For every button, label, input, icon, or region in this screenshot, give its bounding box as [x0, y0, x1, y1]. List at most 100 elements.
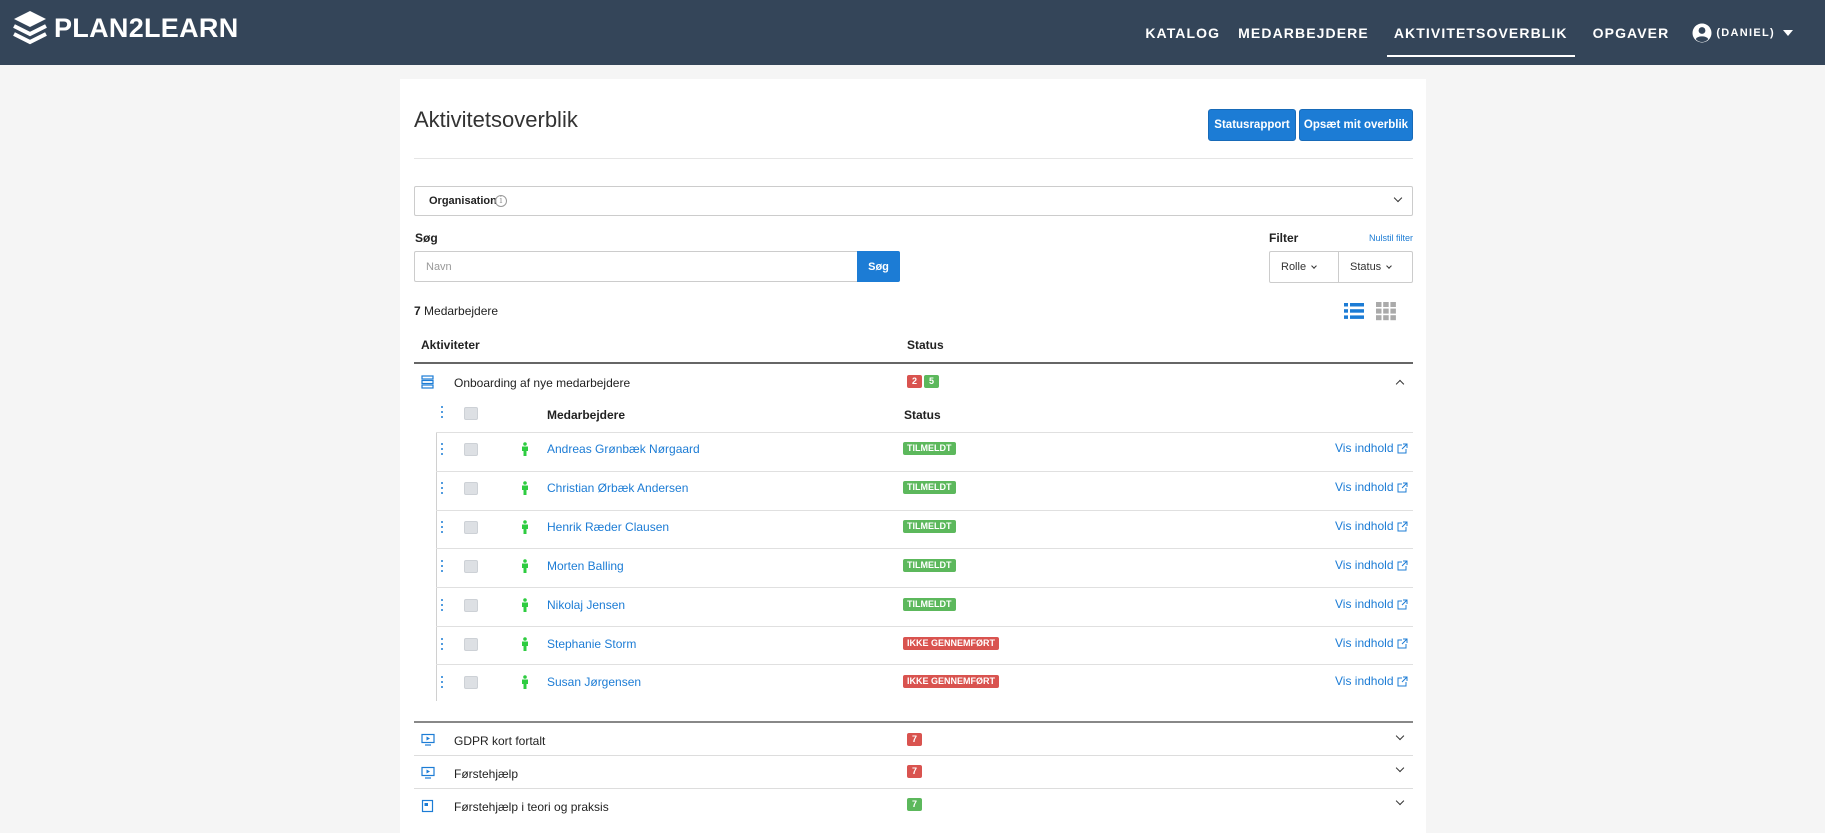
row-checkbox[interactable]	[464, 560, 478, 573]
activity-divider	[414, 721, 1413, 723]
brand-name: PLAN2LEARN	[54, 12, 239, 43]
row-checkbox[interactable]	[464, 443, 478, 456]
external-link-icon	[1397, 676, 1407, 686]
kebab-menu-icon[interactable]	[440, 482, 444, 496]
kebab-menu-icon[interactable]	[440, 406, 444, 420]
employee-count: 7 Medarbejdere	[414, 304, 498, 318]
nav-opgaver[interactable]: OPGAVER	[1593, 17, 1670, 49]
list-view-icon[interactable]	[1344, 301, 1364, 321]
chevron-down-icon[interactable]	[1395, 796, 1405, 806]
grid-view-icon[interactable]	[1376, 301, 1396, 321]
main-card: Aktivitetsoverblik Statusrapport Opsæt m…	[400, 79, 1426, 833]
person-icon	[522, 520, 528, 534]
employee-name-link[interactable]: Christian Ørbæk Andersen	[547, 481, 688, 495]
status-column-header[interactable]: Status	[907, 338, 944, 352]
chevron-down-icon[interactable]	[1395, 763, 1405, 773]
row-checkbox[interactable]	[464, 482, 478, 495]
page-title: Aktivitetsoverblik	[414, 107, 578, 132]
kebab-menu-icon[interactable]	[440, 521, 444, 535]
row-checkbox[interactable]	[464, 599, 478, 612]
kebab-menu-icon[interactable]	[440, 443, 444, 457]
brand-logo[interactable]: PLAN2LEARN	[12, 9, 239, 47]
group-guide-line	[436, 433, 437, 701]
row-divider	[436, 471, 1413, 472]
row-checkbox[interactable]	[464, 676, 478, 689]
chevron-up-icon[interactable]	[1395, 379, 1405, 389]
user-menu[interactable]: (DANIEL)	[1692, 23, 1793, 43]
kebab-menu-icon[interactable]	[440, 638, 444, 652]
row-checkbox[interactable]	[464, 521, 478, 534]
select-all-checkbox[interactable]	[464, 407, 478, 420]
employee-name-link[interactable]: Stephanie Storm	[547, 637, 636, 651]
nav-medarbejdere[interactable]: MEDARBEJDERE	[1238, 17, 1369, 49]
row-divider	[436, 626, 1413, 627]
status-badge: TILMELDT	[903, 520, 956, 533]
person-icon	[522, 675, 528, 689]
view-content-link[interactable]: Vis indhold	[1335, 674, 1408, 688]
role-filter-dropdown[interactable]: Rolle	[1269, 251, 1339, 283]
kebab-menu-icon[interactable]	[440, 599, 444, 613]
status-filter-dropdown[interactable]: Status	[1338, 251, 1413, 283]
activity-row[interactable]: Førstehjælp i teori og praksis 7	[414, 790, 1413, 818]
setup-overview-button[interactable]: Opsæt mit overblik	[1299, 109, 1413, 141]
info-icon[interactable]: i	[495, 195, 507, 207]
employee-name-link[interactable]: Nikolaj Jensen	[547, 598, 625, 612]
chevron-down-icon[interactable]	[1395, 731, 1405, 741]
activity-row[interactable]: Onboarding af nye medarbejdere 2 5	[414, 371, 1413, 393]
activity-row[interactable]: Førstehjælp 7	[414, 757, 1413, 785]
search-input[interactable]	[414, 251, 858, 282]
view-content-label: Vis indhold	[1335, 519, 1394, 533]
view-content-label: Vis indhold	[1335, 558, 1394, 572]
activity-divider	[414, 788, 1413, 789]
view-content-link[interactable]: Vis indhold	[1335, 636, 1408, 650]
person-icon	[522, 598, 528, 612]
kebab-menu-icon[interactable]	[440, 676, 444, 690]
employee-count-number: 7	[414, 304, 421, 318]
view-content-link[interactable]: Vis indhold	[1335, 558, 1408, 572]
external-link-icon	[1397, 482, 1407, 492]
top-navbar: PLAN2LEARN KATALOG MEDARBEJDERE AKTIVITE…	[0, 0, 1825, 65]
course-stack-icon	[421, 375, 434, 389]
activity-name: Førstehjælp	[454, 767, 519, 781]
layers-logo-icon	[13, 11, 47, 45]
row-divider	[436, 587, 1413, 588]
organisation-dropdown[interactable]: Organisation i	[414, 186, 1413, 216]
view-content-link[interactable]: Vis indhold	[1335, 519, 1408, 533]
activities-column-header[interactable]: Aktiviteter	[421, 338, 480, 352]
activity-name: Onboarding af nye medarbejdere	[454, 376, 631, 390]
row-checkbox[interactable]	[464, 638, 478, 651]
search-label: Søg	[415, 231, 438, 245]
kebab-menu-icon[interactable]	[440, 560, 444, 574]
status-badge: TILMELDT	[903, 559, 956, 572]
reset-filter-link[interactable]: Nulstil filter	[1369, 233, 1413, 243]
nav-katalog[interactable]: KATALOG	[1145, 17, 1220, 49]
external-link-icon	[1397, 521, 1407, 531]
divider	[414, 158, 1413, 159]
employee-name-link[interactable]: Henrik Ræder Clausen	[547, 520, 669, 534]
status-badge: TILMELDT	[903, 481, 956, 494]
view-content-link[interactable]: Vis indhold	[1335, 480, 1408, 494]
status-badge: IKKE GENNEMFØRT	[903, 637, 1000, 650]
employee-name-link[interactable]: Susan Jørgensen	[547, 675, 641, 689]
external-link-icon	[1397, 599, 1407, 609]
activity-row[interactable]: GDPR kort fortalt 7	[414, 725, 1413, 753]
search-button[interactable]: Søg	[857, 251, 900, 282]
view-content-link[interactable]: Vis indhold	[1335, 441, 1408, 455]
status-report-button[interactable]: Statusrapport	[1208, 109, 1296, 141]
employees-column-header: Medarbejdere	[547, 408, 626, 422]
organisation-label: Organisation	[429, 195, 497, 207]
view-content-label: Vis indhold	[1335, 480, 1394, 494]
employee-name-link[interactable]: Andreas Grønbæk Nørgaard	[547, 442, 700, 456]
status-badge: IKKE GENNEMFØRT	[903, 675, 1000, 688]
view-content-link[interactable]: Vis indhold	[1335, 597, 1408, 611]
activity-name: Førstehjælp i teori og praksis	[454, 800, 609, 814]
external-link-icon	[1397, 560, 1407, 570]
chevron-down-icon	[1386, 262, 1393, 269]
employee-name-link[interactable]: Morten Balling	[547, 559, 624, 573]
external-link-icon	[1397, 638, 1407, 648]
row-divider	[436, 510, 1413, 511]
nav-aktivitetsoverblik[interactable]: AKTIVITETSOVERBLIK	[1386, 17, 1575, 57]
person-icon	[522, 481, 528, 495]
filter-label: Filter	[1269, 231, 1299, 245]
caret-down-icon	[1783, 29, 1793, 36]
